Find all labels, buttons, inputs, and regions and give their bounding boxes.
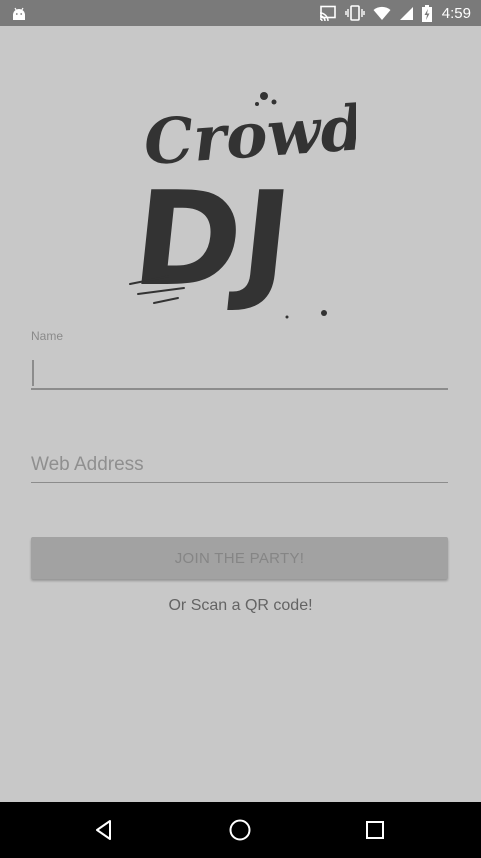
name-input[interactable] bbox=[31, 352, 448, 390]
status-time: 4:59 bbox=[441, 4, 471, 22]
back-button[interactable] bbox=[64, 802, 144, 858]
android-icon bbox=[13, 7, 25, 20]
home-icon bbox=[229, 819, 251, 841]
web-address-input[interactable] bbox=[31, 448, 448, 483]
recents-icon bbox=[366, 821, 384, 839]
crowd-dj-logo: Crowd DJ bbox=[126, 91, 356, 319]
text-cursor bbox=[32, 360, 34, 386]
wifi-icon bbox=[373, 6, 391, 20]
vibrate-icon bbox=[345, 5, 365, 21]
battery-charging-icon bbox=[421, 4, 432, 22]
navigation-bar bbox=[0, 802, 481, 858]
status-bar: 4:59 bbox=[0, 0, 481, 26]
back-icon bbox=[96, 820, 111, 840]
cell-signal-icon bbox=[399, 6, 413, 20]
home-button[interactable] bbox=[200, 802, 280, 858]
cast-icon bbox=[319, 5, 336, 21]
name-label: Name bbox=[31, 329, 64, 343]
recents-button[interactable] bbox=[335, 802, 415, 858]
scan-qr-link[interactable]: Or Scan a QR code! bbox=[0, 597, 481, 615]
join-party-button[interactable]: JOIN THE PARTY! bbox=[31, 537, 448, 579]
